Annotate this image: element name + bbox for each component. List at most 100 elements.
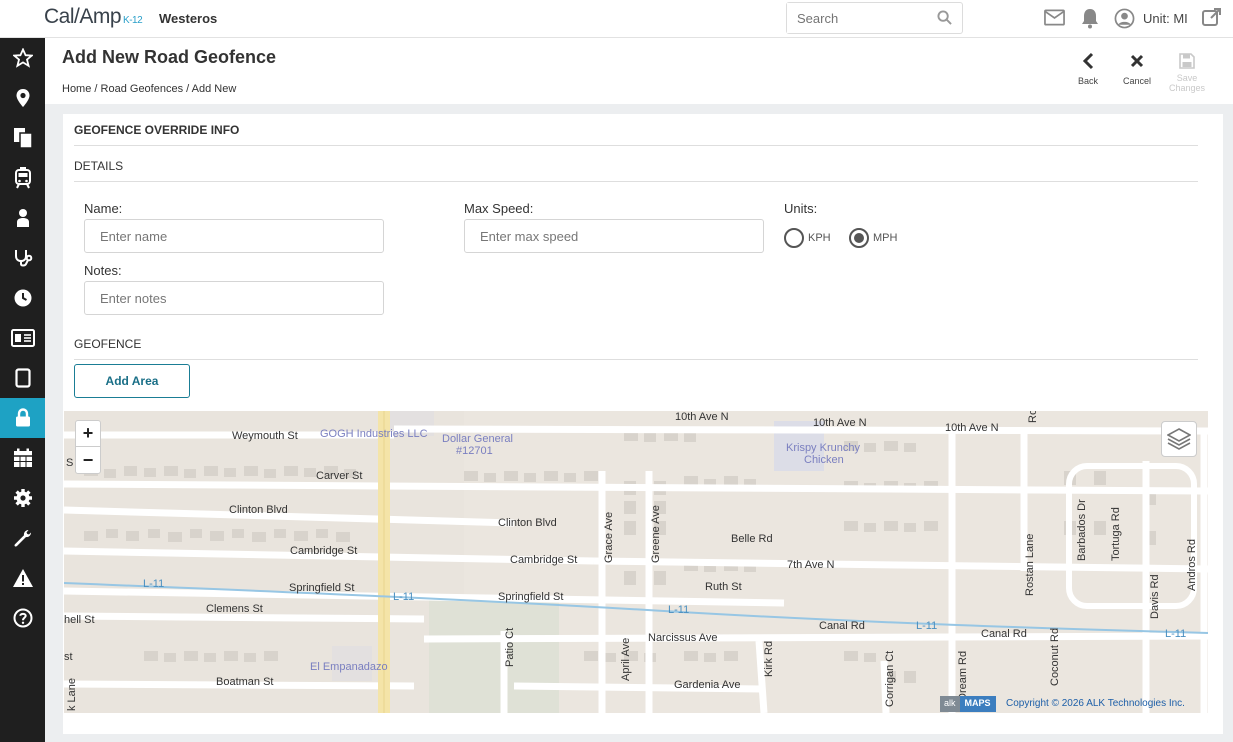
map-label-gogh: GOGH Industries LLC [320,428,428,440]
page-header: Add New Road Geofence Home / Road Geofen… [45,38,1233,104]
chevron-left-icon [1082,52,1094,70]
sidebar-item-reports[interactable] [0,118,45,158]
close-icon [1130,54,1144,68]
search-icon[interactable] [937,10,952,25]
name-input[interactable] [84,219,384,253]
sidebar-item-tools[interactable] [0,518,45,558]
map-label-springfield2: Springfield St [498,591,564,603]
student-icon [16,209,29,227]
radio-mph[interactable]: MPH [849,228,897,248]
map-label-canal1: Canal Rd [819,620,865,632]
map-canvas[interactable] [64,411,1208,713]
sidebar-item-devices[interactable] [0,358,45,398]
sidebar-item-students[interactable] [0,198,45,238]
map-copyright[interactable]: Copyright © 2026 ALK Technologies Inc. [1006,698,1185,709]
map-label-dream: Dream Rd [957,650,969,701]
bell-icon[interactable] [1080,7,1100,29]
max-speed-input[interactable] [464,219,764,253]
map-label-greene: Greene Ave [650,505,662,563]
map-label-hell: hell St [64,614,95,626]
sidebar-item-help[interactable] [0,598,45,638]
name-label: Name: [84,201,123,216]
map-label-l11a: L-11 [143,578,165,590]
sidebar-item-locations[interactable] [0,78,45,118]
notes-label: Notes: [84,263,122,278]
map-label-empanadazo: El Empanadazo [310,661,388,673]
map-label-tenth2: 10th Ave N [813,417,867,429]
calamp-logo[interactable]: Cal/Amp K-12 [44,5,143,29]
save-changes-button[interactable]: Save Changes [1164,50,1210,93]
map-label-l11c: L-11 [668,604,690,616]
user-avatar-icon[interactable] [1114,8,1135,29]
breadcrumb-home[interactable]: Home [62,83,91,95]
location-pin-icon [16,89,29,107]
notes-input[interactable] [84,281,384,315]
radio-kph-circle[interactable] [784,228,804,248]
search-input[interactable] [787,3,927,33]
tablet-icon [14,368,31,388]
zoom-out-button[interactable]: − [76,447,100,473]
warning-icon [12,569,33,587]
sidebar-item-ids[interactable] [0,318,45,358]
stethoscope-icon [14,250,32,267]
map-label-clinton2: Clinton Blvd [498,517,557,529]
external-link-icon[interactable] [1202,7,1222,27]
sidebar-item-settings[interactable] [0,478,45,518]
map-label-tenth1: 10th Ave N [675,411,729,423]
breadcrumb-separator: / [94,83,98,95]
organization-name: Westeros [159,11,218,26]
map-label-krispy2: Chicken [804,454,844,466]
map-label-tortuga: Tortuga Rd [1110,507,1122,561]
map-label-l11d: L-11 [916,620,938,632]
sidebar-item-favorites[interactable] [0,38,45,78]
divider [74,359,1198,360]
unit-selector[interactable]: Unit: MI [1143,11,1188,26]
map-label-ruth: Ruth St [705,581,742,593]
map-label-davis: Davis Rd [1149,574,1161,619]
breadcrumb-road-geofences[interactable]: Road Geofences [101,83,184,95]
sidebar-item-alerts[interactable] [0,558,45,598]
search-box [786,2,963,34]
back-button[interactable]: Back [1066,50,1110,86]
map-label-boatman: Boatman St [216,676,274,688]
map-view[interactable]: Weymouth St GOGH Industries LLC Dollar Gen… [64,411,1208,713]
radio-mph-circle[interactable] [849,228,869,248]
radio-kph[interactable]: KPH [784,228,831,248]
sidebar-item-calendar[interactable] [0,438,45,478]
zoom-in-button[interactable]: + [76,421,100,447]
section-title: GEOFENCE OVERRIDE INFO [74,123,240,137]
star-icon [12,48,33,68]
map-label-andros: Andros Rd [1186,539,1198,591]
map-label-narcissus: Narcissus Ave [648,632,718,644]
mail-icon[interactable] [1044,9,1065,26]
wrench-icon [14,530,31,547]
alk-maps-logo: alk MAPS [940,696,996,712]
divider [74,145,1198,146]
map-layers-button[interactable] [1161,421,1197,457]
map-label-klane: k Lane [66,677,78,711]
sidebar-item-history[interactable] [0,278,45,318]
map-label-grace: Grace Ave [603,511,615,563]
details-title: DETAILS [74,159,124,173]
sidebar-item-buses[interactable] [0,158,45,198]
map-label-rostan: Rostan Lane [1024,533,1036,596]
page-title: Add New Road Geofence [62,47,277,67]
add-area-button[interactable]: Add Area [74,364,190,398]
calendar-icon [13,448,32,467]
cancel-button[interactable]: Cancel [1115,50,1159,86]
map-label-st: st [64,651,73,663]
sidebar-item-health[interactable] [0,238,45,278]
geofence-title: GEOFENCE [74,337,142,351]
gear-icon [13,489,32,507]
map-label-dollar2: #12701 [456,445,493,457]
bus-icon [14,167,31,189]
zoom-controls: + − [75,420,101,474]
breadcrumb-separator: / [186,83,190,95]
breadcrumb-add-new: Add New [191,83,237,95]
map-label-tenth3: 10th Ave N [945,422,999,434]
map-label-s: S [66,457,74,469]
map-label-cambridge1: Cambridge St [290,545,358,557]
map-label-clinton1: Clinton Blvd [229,504,288,516]
sidebar-item-geofences[interactable] [0,398,45,438]
map-label-seventh: 7th Ave N [787,559,835,571]
